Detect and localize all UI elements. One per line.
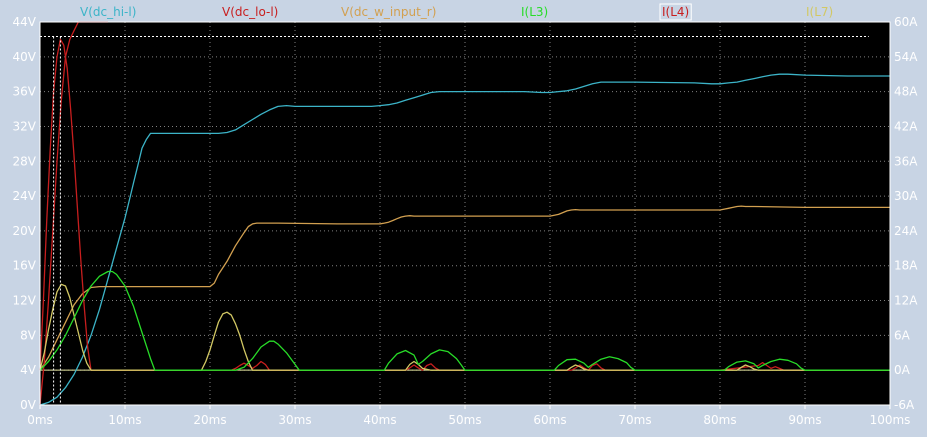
y-right-tick-label: 48A xyxy=(894,85,918,99)
y-right-tick-label: 12A xyxy=(894,294,918,308)
x-tick-label: 10ms xyxy=(108,413,141,427)
x-tick-label: 0ms xyxy=(27,413,53,427)
y-left-tick-label: 4V xyxy=(20,363,37,377)
x-tick-label: 100ms xyxy=(870,413,911,427)
legend-item: I(L4) xyxy=(662,5,689,19)
y-left-tick-label: 20V xyxy=(13,224,37,238)
legend-item: V(dc_lo-l) xyxy=(222,5,278,19)
x-tick-label: 80ms xyxy=(703,413,736,427)
x-tick-label: 20ms xyxy=(193,413,226,427)
y-left-tick-label: 36V xyxy=(13,85,37,99)
y-right-tick-label: 54A xyxy=(894,50,918,64)
x-tick-label: 90ms xyxy=(788,413,821,427)
waveform-plot[interactable]: 0ms 10ms 20ms 30ms 40ms 50ms 60ms 70ms 80ms 90ms 1… xyxy=(0,0,927,437)
y-right-tick-label: 60A xyxy=(894,15,918,29)
legend-item: I(L7) xyxy=(806,5,833,19)
x-tick-label: 40ms xyxy=(363,413,396,427)
legend-item: V(dc_w_input_r) xyxy=(341,5,436,19)
legend-item: V(dc_hi-l) xyxy=(80,5,136,19)
y-right-tick-label: 42A xyxy=(894,119,918,133)
legend-item: I(L3) xyxy=(521,5,548,19)
x-tick-label: 50ms xyxy=(448,413,481,427)
y-right-tick-label: 36A xyxy=(894,154,918,168)
y-left-tick-label: 32V xyxy=(13,119,37,133)
y-left-tick-label: 44V xyxy=(13,15,37,29)
y-left-tick-label: 0V xyxy=(20,398,37,412)
x-tick-label: 60ms xyxy=(533,413,566,427)
y-right-tick-label: 0A xyxy=(894,363,911,377)
y-right-tick-label: -6A xyxy=(894,398,915,412)
y-left-tick-label: 24V xyxy=(13,189,37,203)
y-left-tick-label: 8V xyxy=(20,328,37,342)
plot-area xyxy=(40,22,890,405)
y-right-tick-label: 18A xyxy=(894,259,918,273)
y-left-tick-label: 28V xyxy=(13,154,37,168)
x-tick-label: 30ms xyxy=(278,413,311,427)
waveform-viewer: 0ms 10ms 20ms 30ms 40ms 50ms 60ms 70ms 80ms 90ms 1… xyxy=(0,0,927,437)
y-right-tick-label: 24A xyxy=(894,224,918,238)
x-tick-label: 70ms xyxy=(618,413,651,427)
y-right-tick-label: 6A xyxy=(894,328,911,342)
y-left-tick-label: 16V xyxy=(13,259,37,273)
y-right-tick-label: 30A xyxy=(894,189,918,203)
y-left-tick-label: 40V xyxy=(13,50,37,64)
y-left-tick-label: 12V xyxy=(13,294,37,308)
